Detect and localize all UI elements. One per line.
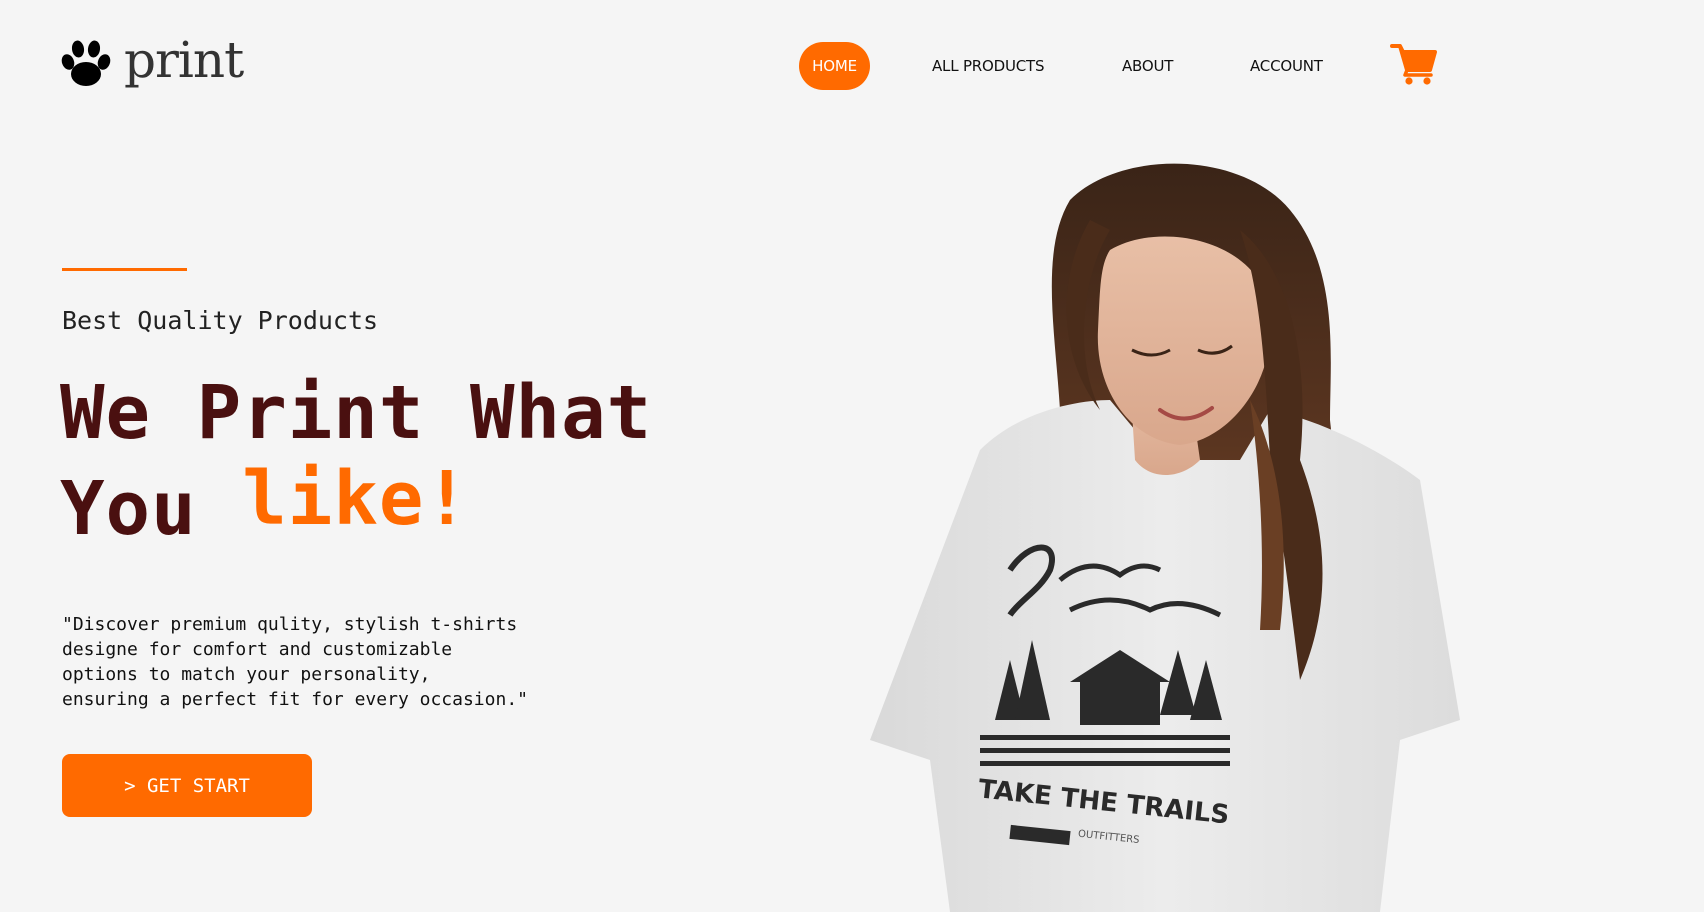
paw-icon — [60, 38, 112, 90]
get-start-button[interactable]: > GET START — [62, 754, 312, 817]
nav-about[interactable]: ABOUT — [1122, 42, 1173, 90]
description-line: options to match your personality, — [62, 664, 431, 685]
hero-headline: We Print What You like! — [60, 365, 652, 557]
headline-prefix: You — [60, 466, 243, 552]
description-line: "Discover premium qulity, stylish t-shir… — [62, 614, 518, 635]
hero-description: "Discover premium qulity, stylish t-shir… — [62, 612, 582, 712]
landing-page: print HOME ALL PRODUCTS ABOUT ACCOUNT Be… — [0, 0, 1704, 912]
headline-line-2: You like! — [60, 456, 652, 557]
description-line: designe for comfort and customizable — [62, 639, 453, 660]
nav-account[interactable]: ACCOUNT — [1250, 42, 1323, 90]
headline-line-1: We Print What — [60, 370, 653, 456]
logo-text: print — [124, 31, 244, 89]
logo[interactable]: print — [60, 31, 244, 94]
hero-eyebrow: Best Quality Products — [62, 306, 379, 335]
hero-image: TAKE THE TRAILS OUTFITTERS — [860, 160, 1500, 912]
nav-all-products[interactable]: ALL PRODUCTS — [932, 42, 1045, 90]
accent-divider — [62, 268, 187, 271]
nav-home[interactable]: HOME — [799, 42, 870, 90]
headline-accent: like! — [242, 456, 470, 542]
description-line: ensuring a perfect fit for every occasio… — [62, 689, 528, 710]
cart-icon[interactable] — [1390, 42, 1438, 86]
